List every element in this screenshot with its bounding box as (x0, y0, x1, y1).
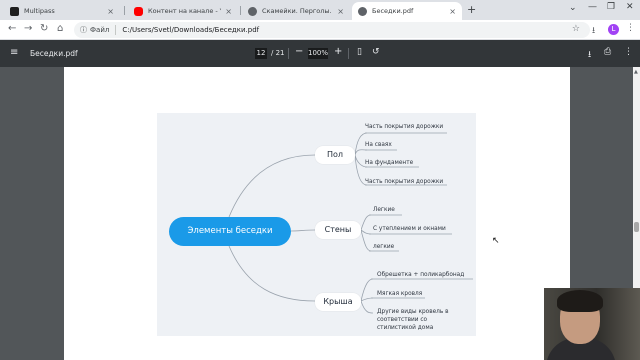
multipass-favicon-icon (10, 6, 19, 16)
youtube-favicon-icon (134, 6, 143, 16)
site-info-chip[interactable]: ⓘ Файл (80, 25, 117, 35)
mindmap-diagram: Элементы беседки Пол Стены Крыша Часть п… (157, 113, 476, 336)
leaf-steny-1: Легкие (373, 207, 395, 213)
leaf-steny-3: легкие (373, 244, 395, 250)
scrollbar-thumb[interactable] (634, 222, 639, 232)
close-tab-icon[interactable]: × (337, 7, 344, 16)
file-info-icon: ⓘ (80, 26, 87, 34)
zoom-out-icon[interactable]: − (295, 46, 303, 57)
more-icon[interactable]: ⋮ (624, 47, 633, 57)
connector-krysha (228, 245, 316, 302)
print-icon[interactable]: ⎙ (604, 47, 611, 57)
zoom-in-icon[interactable]: + (334, 46, 342, 57)
globe-favicon-icon (358, 6, 367, 16)
zoom-input[interactable]: 100% (308, 48, 328, 59)
branch-node-pol: Пол (315, 146, 355, 164)
leaf-pol-3: На фундаменте (365, 160, 414, 166)
menu-icon[interactable]: ≡ (10, 47, 18, 58)
url-text: C:/Users/Svetl/Downloads/Беседки.pdf (122, 26, 260, 34)
mouse-cursor-icon: ↖ (492, 236, 500, 246)
tab-divider (124, 6, 125, 15)
connector-steny (290, 229, 316, 232)
leaf-pol-4: Часть покрытия дорожки (365, 179, 444, 185)
browser-toolbar: ← → ↻ ⌂ ⓘ Файл C:/Users/Svetl/Downloads/… (0, 20, 640, 40)
scroll-up-icon[interactable]: ▲ (634, 69, 638, 75)
leaf-pol-2: На сваях (365, 142, 392, 148)
forward-icon[interactable]: → (24, 23, 32, 34)
tab-title: Multipass (24, 7, 55, 15)
leaf-krysha-1: Обрешетка + поликарбонад (377, 272, 465, 278)
browser-menu-icon[interactable]: ⋮ (626, 23, 635, 33)
address-bar[interactable]: ⓘ Файл C:/Users/Svetl/Downloads/Беседки.… (74, 22, 590, 38)
site-info-label: Файл (90, 26, 110, 34)
pdf-filename: Беседки.pdf (30, 49, 78, 58)
tab-title: Скамейки. Перголы. Шпалеры. (262, 7, 333, 15)
tab-search-icon[interactable]: ⌄ (569, 3, 577, 13)
profile-avatar[interactable]: L (608, 24, 619, 35)
reload-icon[interactable]: ↻ (40, 23, 48, 34)
globe-favicon-icon (248, 6, 257, 16)
rotate-icon[interactable]: ↺ (372, 47, 380, 57)
downloads-icon[interactable]: ⭳ (592, 23, 595, 39)
close-window-icon[interactable]: ✕ (626, 2, 634, 12)
minimize-icon[interactable]: — (588, 2, 597, 12)
fit-page-icon[interactable]: ▯ (357, 47, 362, 57)
connector-pol (228, 154, 316, 218)
tab-besedki[interactable]: Беседки.pdf × (352, 2, 462, 20)
pdf-toolbar: ≡ Беседки.pdf 12 / 21 − 100% + ▯ ↺ ⭳ ⎙ ⋮ (0, 40, 640, 67)
back-icon[interactable]: ← (8, 23, 16, 34)
close-tab-icon[interactable]: × (107, 7, 114, 16)
leaf-steny-2: С утеплением и окнами (373, 226, 446, 232)
branch-node-krysha: Крыша (315, 293, 361, 311)
leaf-krysha-2: Мягкая кровля (377, 291, 423, 297)
page-total: / 21 (271, 49, 285, 57)
new-tab-icon[interactable]: + (467, 3, 476, 16)
mindmap-central-node: Элементы беседки (169, 217, 291, 246)
home-icon[interactable]: ⌂ (57, 23, 63, 34)
toolbar-divider (288, 48, 289, 59)
close-tab-icon[interactable]: × (225, 7, 232, 16)
download-icon[interactable]: ⭳ (588, 47, 591, 63)
tab-title: Беседки.pdf (372, 7, 414, 15)
tab-divider (240, 6, 241, 15)
webcam-overlay (544, 288, 640, 360)
leaf-pol-1: Часть покрытия дорожки (365, 124, 444, 130)
webcam-person-hair (557, 290, 603, 312)
leaf-krysha-3: Другие виды кровель в соответствии со ст… (377, 309, 449, 331)
tab-strip: Multipass × Контент на канале - YouTube … (0, 0, 640, 20)
page-number-input[interactable]: 12 (255, 48, 267, 59)
maximize-icon[interactable]: ❐ (607, 2, 615, 12)
toolbar-divider (348, 48, 349, 59)
close-tab-icon[interactable]: × (449, 7, 456, 16)
tab-skameiki[interactable]: Скамейки. Перголы. Шпалеры. × (242, 2, 350, 20)
bookmark-star-icon[interactable]: ☆ (572, 24, 580, 34)
tab-youtube[interactable]: Контент на канале - YouTube S × (128, 2, 238, 20)
branch-node-steny: Стены (315, 221, 361, 239)
tab-multipass[interactable]: Multipass × (4, 2, 120, 20)
tab-title: Контент на канале - YouTube S (148, 7, 221, 15)
